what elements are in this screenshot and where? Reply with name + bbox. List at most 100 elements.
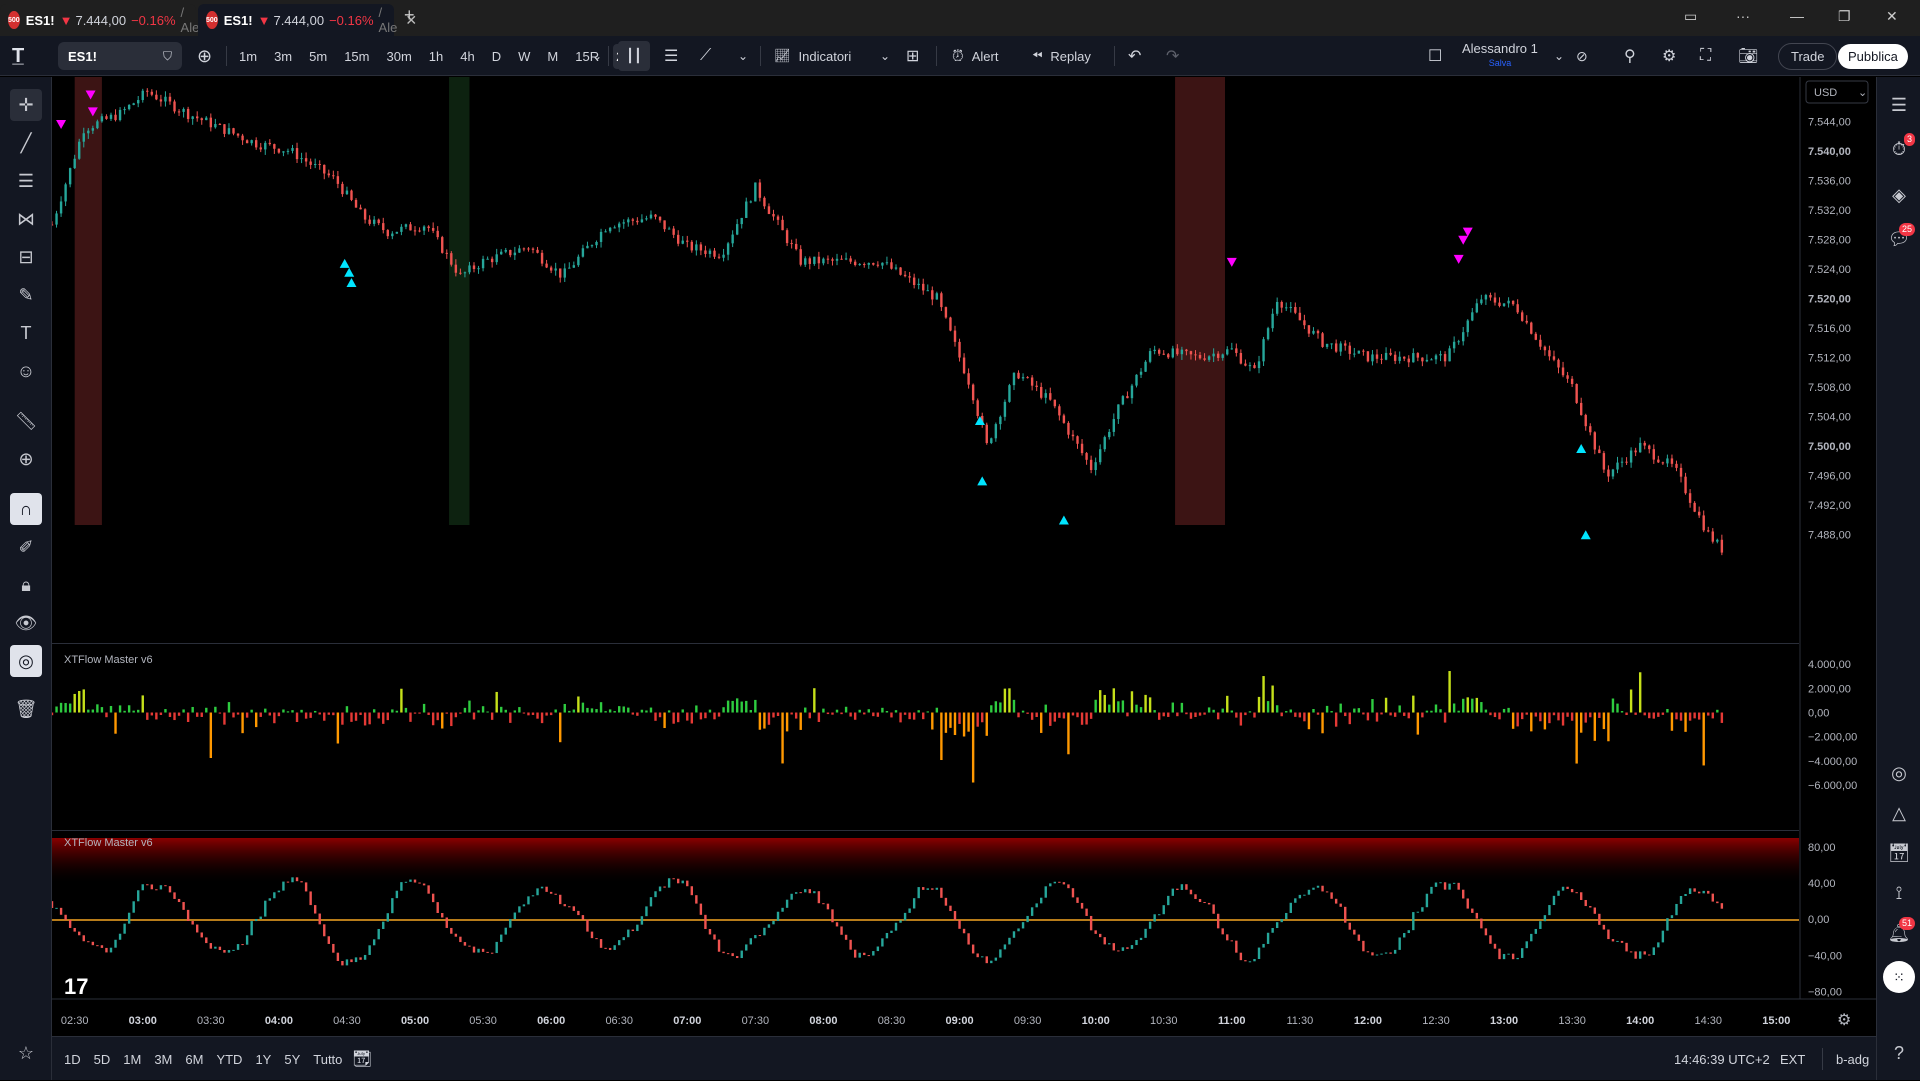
volume-bar	[1502, 708, 1506, 713]
range-1M[interactable]: 1M	[123, 1052, 141, 1067]
calendar-icon[interactable]: 📅︎	[1883, 837, 1915, 869]
line-style-icon[interactable]: ⟋	[700, 36, 711, 76]
bell-icon[interactable]: 🔔︎ 51	[1883, 917, 1915, 949]
candles-type-button[interactable]: ┃┃	[618, 36, 650, 76]
cloud-save-icon[interactable]: ⊘	[1576, 36, 1588, 76]
apps-grid-icon[interactable]: ⁙	[1883, 961, 1915, 993]
range-YTD[interactable]: YTD	[216, 1052, 242, 1067]
interval-30m[interactable]: 30m	[383, 44, 414, 69]
osc-candle	[1157, 914, 1161, 916]
volume-bar	[481, 706, 485, 713]
candle-body	[595, 241, 598, 246]
horizontal-lines-icon[interactable]: ☰	[10, 165, 42, 197]
layout-chevron-down-icon[interactable]: ⌄	[1554, 36, 1564, 76]
goto-date-calendar-icon[interactable]: 📆︎	[352, 1037, 372, 1081]
help-icon[interactable]: ?	[1883, 1037, 1915, 1069]
trash-icon[interactable]: 🗑︎	[10, 693, 42, 725]
restore-icon[interactable]: ❐	[1838, 8, 1851, 25]
interval-4h[interactable]: 4h	[457, 44, 477, 69]
interval-W[interactable]: W	[515, 44, 533, 69]
pyramid-icon[interactable]: △	[1883, 797, 1915, 829]
ext-session-label[interactable]: EXT	[1780, 1037, 1805, 1081]
fullscreen-icon[interactable]: ⛶	[1700, 36, 1711, 76]
range-5D[interactable]: 5D	[94, 1052, 111, 1067]
volume-bar	[1584, 712, 1587, 723]
fib-tool-icon[interactable]: ⊟	[10, 241, 42, 273]
eye-icon[interactable]: 👁︎	[10, 607, 42, 639]
range-3M[interactable]: 3M	[154, 1052, 172, 1067]
interval-1m[interactable]: 1m	[236, 44, 260, 69]
replay-button[interactable]: ⏪︎ Replay	[1032, 36, 1091, 76]
minimize-icon[interactable]: —	[1790, 8, 1804, 24]
settings-gear-icon[interactable]: ⚙	[1662, 36, 1676, 76]
trade-button[interactable]: Trade	[1778, 36, 1838, 76]
monitor-icon[interactable]: ▭	[1684, 8, 1697, 25]
undo-icon[interactable]: ↶	[1128, 36, 1141, 76]
layout-name-button[interactable]: Alessandro 1 Salva	[1462, 36, 1538, 76]
range-6M[interactable]: 6M	[185, 1052, 203, 1067]
osc-candle	[1697, 891, 1701, 894]
camera-icon[interactable]: 📷︎	[1738, 36, 1758, 76]
window-close-icon[interactable]: ✕	[1886, 8, 1898, 25]
tab-1[interactable]: 500 ES1! ▼ 7.444,00 −0.16% / Ale ✕	[0, 4, 219, 36]
layout-grid-icon[interactable]: ⊞	[906, 36, 919, 76]
volume-bar	[713, 712, 716, 720]
ruler-icon[interactable]: 📏︎	[10, 405, 42, 437]
alert-button[interactable]: ⏰︎ Alert	[952, 36, 998, 76]
crosshair-icon[interactable]: ✛	[10, 89, 42, 121]
volume-bar	[1575, 712, 1578, 764]
clock-label[interactable]: 14:46:39 UTC+2	[1674, 1037, 1770, 1081]
interval-M[interactable]: M	[544, 44, 561, 69]
interval-3m[interactable]: 3m	[271, 44, 295, 69]
range-1D[interactable]: 1D	[64, 1052, 81, 1067]
chat-icon[interactable]: 💬︎ 25	[1883, 223, 1915, 255]
indicators-button[interactable]: 📈︎ Indicatori	[774, 36, 851, 76]
target-icon[interactable]: ◎	[1883, 757, 1915, 789]
interval-15m[interactable]: 15m	[341, 44, 372, 69]
magnet-icon[interactable]: ∩	[10, 493, 42, 525]
interval-5m[interactable]: 5m	[306, 44, 330, 69]
trendline-icon[interactable]: ╱	[10, 127, 42, 159]
tab-2[interactable]: 500 ES1! ▼ 7.444,00 −0.16% / Ale ✕	[198, 4, 417, 36]
interval-D[interactable]: D	[489, 44, 504, 69]
emoji-icon[interactable]: ☺	[10, 355, 42, 387]
tradingview-logo-icon[interactable]: T̲	[12, 36, 24, 76]
publish-button[interactable]: Pubblica	[1838, 36, 1908, 76]
watchlist-icon[interactable]: ☰	[1883, 89, 1915, 121]
indicators-chevron-down-icon[interactable]: ⌄	[880, 36, 890, 76]
currency-select[interactable]: USD ⌄	[1805, 80, 1869, 104]
new-tab-plus-icon[interactable]: +	[404, 5, 415, 26]
zoom-in-icon[interactable]: ⊕	[10, 443, 42, 475]
more-dots-icon[interactable]: ···	[1736, 8, 1750, 24]
text-tool-icon[interactable]: T	[10, 317, 42, 349]
adjustment-label[interactable]: b-adg	[1836, 1037, 1869, 1081]
volume-bar	[309, 712, 312, 718]
replay-label: Replay	[1050, 48, 1091, 64]
pattern-icon[interactable]: ⋈	[10, 203, 42, 235]
axis-settings-gear-icon[interactable]: ⚙	[1837, 1012, 1851, 1029]
range-Tutto[interactable]: Tutto	[313, 1052, 342, 1067]
range-5Y[interactable]: 5Y	[284, 1052, 300, 1067]
chart-area[interactable]: XTFlow Master v6 XTFlow Master v6 17 7.5…	[52, 77, 1876, 1036]
bars-style-icon[interactable]: ☰	[664, 36, 678, 76]
broadcast-icon[interactable]: ⟟	[1883, 877, 1915, 909]
range-1Y[interactable]: 1Y	[255, 1052, 271, 1067]
brush-icon[interactable]: ✎	[10, 279, 42, 311]
quick-search-icon[interactable]: ⚲	[1624, 36, 1636, 76]
time-axis-label: 07:00	[673, 1015, 701, 1027]
redo-icon[interactable]: ↷	[1166, 36, 1179, 76]
style-chevron-down-icon[interactable]: ⌄	[738, 36, 748, 76]
globe-icon[interactable]: ◎	[10, 645, 42, 677]
layers-icon[interactable]: ◈	[1883, 179, 1915, 211]
alerts-clock-icon[interactable]: ⏱︎ 3	[1883, 133, 1915, 165]
compare-plus-icon[interactable]: ⊕	[197, 36, 212, 76]
candle-body	[518, 248, 521, 253]
interval-1h[interactable]: 1h	[426, 44, 446, 69]
lock-icon[interactable]: 🔒︎	[10, 569, 42, 601]
checkbox-square-icon[interactable]: ☐	[1428, 36, 1442, 76]
symbol-search[interactable]: ES1! ⛉	[58, 36, 182, 76]
interval-chevron-down-icon[interactable]: ⌄	[592, 36, 602, 76]
osc-candle	[1430, 886, 1433, 894]
star-icon[interactable]: ☆	[10, 1037, 42, 1069]
lock-pencil-icon[interactable]: ✐	[10, 531, 42, 563]
